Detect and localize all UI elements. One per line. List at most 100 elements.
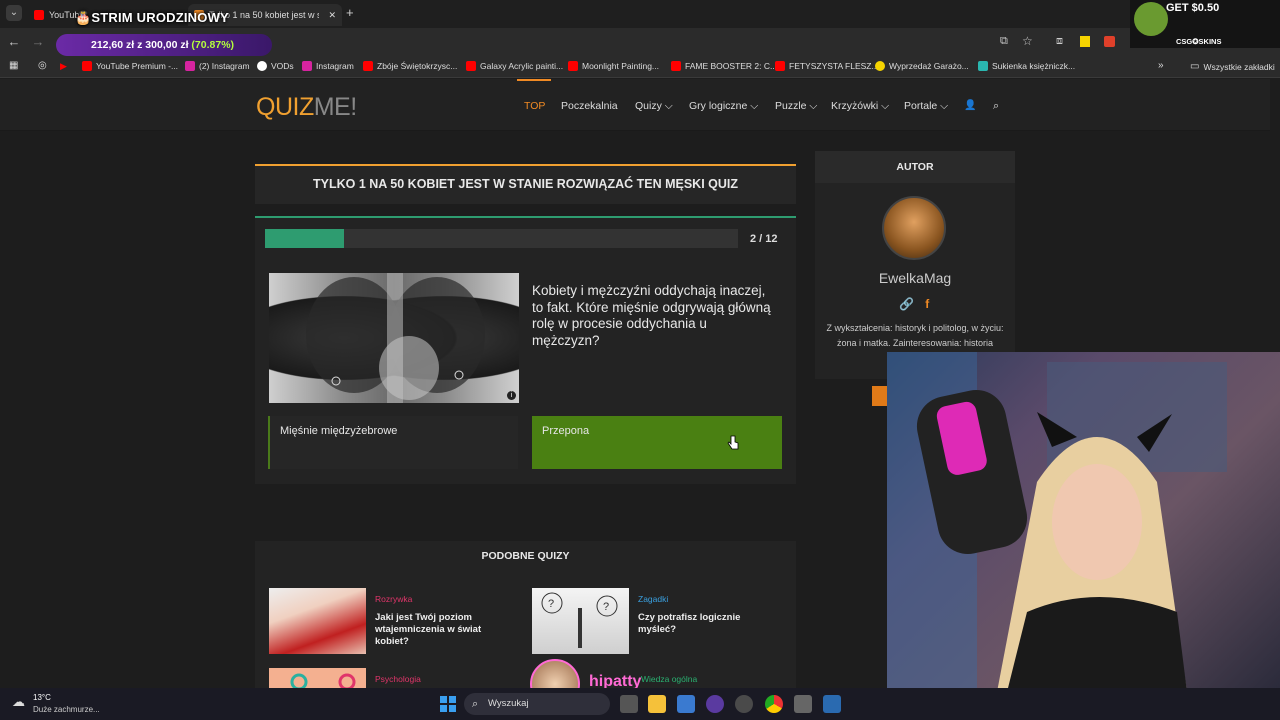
more-bookmarks-chevron-icon[interactable]: » — [1158, 60, 1164, 71]
new-tab-button[interactable]: + — [346, 5, 354, 20]
nav-active-indicator — [517, 79, 551, 81]
csg-skins-ad: GET $0.50 CSG✪SKINS — [1130, 0, 1280, 48]
answer-option[interactable]: Mięśnie międzyżebrowe — [268, 416, 518, 469]
settings-gear-icon[interactable] — [794, 695, 812, 713]
close-icon[interactable]: ✕ — [328, 10, 336, 21]
quiz-category[interactable]: Psychologia — [375, 674, 421, 684]
youtube-icon — [466, 61, 476, 71]
nav-top[interactable]: TOP — [524, 100, 545, 112]
windows-start-icon[interactable] — [440, 696, 456, 712]
forward-button[interactable]: → — [30, 34, 46, 50]
tab-list-button[interactable]: ⌄ — [6, 5, 22, 21]
quiz-link[interactable]: Jaki jest Twój poziom wtajemniczenia w ś… — [375, 612, 505, 648]
bookmark-item[interactable]: (2) Instagram — [185, 61, 250, 71]
chrome-icon[interactable] — [765, 695, 783, 713]
weather-cloud-icon[interactable]: ☁ — [12, 694, 25, 710]
youtube-icon — [363, 61, 373, 71]
quiz-progress-fill — [265, 229, 344, 248]
facebook-icon[interactable]: f — [925, 297, 929, 311]
weather-description[interactable]: Duże zachmurze... — [33, 705, 100, 714]
weather-temperature[interactable]: 13°C — [33, 693, 51, 702]
apps-grid-icon[interactable]: ▦ — [9, 60, 18, 71]
bookmark-item[interactable]: Sukienka księżniczk... — [978, 61, 1075, 71]
quiz-progress-bar — [265, 229, 738, 248]
install-app-icon[interactable]: ⧉ — [1000, 35, 1008, 48]
mascot-icon — [1134, 2, 1168, 36]
nav-quizy[interactable]: Quizy ⌵ — [635, 100, 673, 113]
quiz-title: TYLKO 1 NA 50 KOBIET JEST W STANIE ROZWI… — [312, 177, 739, 191]
nav-portale[interactable]: Portale ⌵ — [904, 100, 948, 113]
quiz-title-box: TYLKO 1 NA 50 KOBIET JEST W STANIE ROZWI… — [255, 164, 796, 204]
quiz-progress-count: 2 / 12 — [750, 233, 778, 245]
quiz-question: Kobiety i mężczyźni oddychają inaczej, t… — [532, 283, 771, 348]
info-icon[interactable]: i — [507, 391, 516, 400]
folder-icon: ▭ — [1190, 61, 1200, 72]
task-view-icon[interactable] — [620, 695, 638, 713]
answer-option-selected[interactable]: Przepona — [532, 416, 782, 469]
youtube-icon — [568, 61, 578, 71]
nav-gry-logiczne[interactable]: Gry logiczne ⌵ — [689, 100, 758, 113]
quiz-category[interactable]: Zagadki — [638, 594, 668, 604]
bookmark-item[interactable]: Galaxy Acrylic painti... — [466, 61, 563, 71]
chrome-icon[interactable]: ◎ — [38, 60, 47, 71]
quiz-category[interactable]: Rozrywka — [375, 594, 412, 604]
all-bookmarks-button[interactable]: ▭ Wszystkie zakładki — [1190, 61, 1275, 72]
nav-puzzle[interactable]: Puzzle ⌵ — [775, 100, 817, 113]
nav-poczekalnia[interactable]: Poczekalnia — [561, 100, 618, 112]
bookmarks-bar: ▦ ◎ ▶ YouTube Premium -... (2) Instagram… — [0, 56, 1280, 78]
globe-icon — [257, 61, 267, 71]
youtube-icon — [34, 10, 44, 20]
webcam-overlay — [887, 352, 1280, 692]
bookmark-item[interactable]: Moonlight Painting... — [568, 61, 659, 71]
user-icon[interactable]: 👤 — [964, 100, 976, 111]
bookmark-item[interactable]: Wyprzedaż Garażo... — [875, 61, 969, 71]
site-header: QUIZME! TOP Poczekalnia Quizy ⌵ Gry logi… — [0, 79, 1270, 131]
author-heading: AUTOR — [815, 151, 1015, 183]
instagram-icon — [302, 61, 312, 71]
svg-text:?: ? — [548, 598, 554, 610]
app-icon[interactable] — [735, 695, 753, 713]
store-icon[interactable] — [677, 695, 695, 713]
quiz-thumbnail[interactable]: ?? — [532, 588, 629, 654]
quiz-link[interactable]: Czy potrafisz logicznie myśleć? — [638, 612, 768, 636]
extension-icon[interactable]: ⧈ — [1056, 35, 1063, 48]
site-logo[interactable]: QUIZME! — [256, 93, 357, 122]
author-name[interactable]: EwelkaMag — [815, 270, 1015, 286]
nav-krzyzowki[interactable]: Krzyżówki ⌵ — [831, 100, 889, 113]
csg-promo: GET $0.50 — [1166, 2, 1220, 14]
extension-red-icon[interactable] — [1104, 36, 1115, 47]
obs-icon[interactable] — [706, 695, 724, 713]
quiz-thumbnail[interactable] — [269, 668, 366, 691]
author-social: 🔗 f — [899, 297, 929, 311]
taskbar-search[interactable]: ⌕ Wyszukaj — [464, 693, 610, 715]
bookmark-favicon-icon — [875, 61, 885, 71]
hand-cursor-icon — [727, 435, 739, 450]
author-description: Z wykształcenia: historyk i politolog, w… — [826, 323, 1004, 348]
orange-button[interactable] — [872, 386, 888, 406]
avatar[interactable] — [882, 196, 946, 260]
bookmark-item[interactable]: FETYSZYSTA FLESZ... — [775, 61, 879, 71]
bookmark-item[interactable]: FAME BOOSTER 2: C... — [671, 61, 777, 71]
csg-brand: CSG✪SKINS — [1176, 37, 1222, 46]
windows-taskbar — [0, 688, 1280, 720]
bookmark-favicon-icon — [978, 61, 988, 71]
back-button[interactable]: ← — [6, 34, 22, 50]
file-explorer-icon[interactable] — [648, 695, 666, 713]
quiz-thumbnail[interactable] — [269, 588, 366, 654]
bookmark-item[interactable]: Zbóje Świętokrzysc... — [363, 61, 457, 71]
search-icon: ⌕ — [472, 698, 479, 710]
svg-text:?: ? — [603, 601, 609, 613]
quiz-category[interactable]: Wiedza ogólna — [641, 674, 697, 684]
notepad-icon[interactable] — [823, 695, 841, 713]
bookmark-item[interactable]: YouTube Premium -... — [82, 61, 178, 71]
link-icon[interactable]: 🔗 — [899, 297, 914, 311]
extension-yellow-icon[interactable] — [1080, 36, 1090, 47]
bookmark-item[interactable]: VODs — [257, 61, 294, 71]
section-heading: PODOBNE QUIZY — [481, 550, 570, 562]
star-icon[interactable]: ☆ — [1022, 34, 1033, 48]
youtube-icon[interactable]: ▶ — [60, 61, 67, 72]
youtube-icon — [671, 61, 681, 71]
bookmark-item[interactable]: Instagram — [302, 61, 354, 71]
stream-banner: 🎂STRIM URODZINOWY — [75, 10, 229, 25]
search-icon[interactable]: ⌕ — [993, 100, 999, 113]
